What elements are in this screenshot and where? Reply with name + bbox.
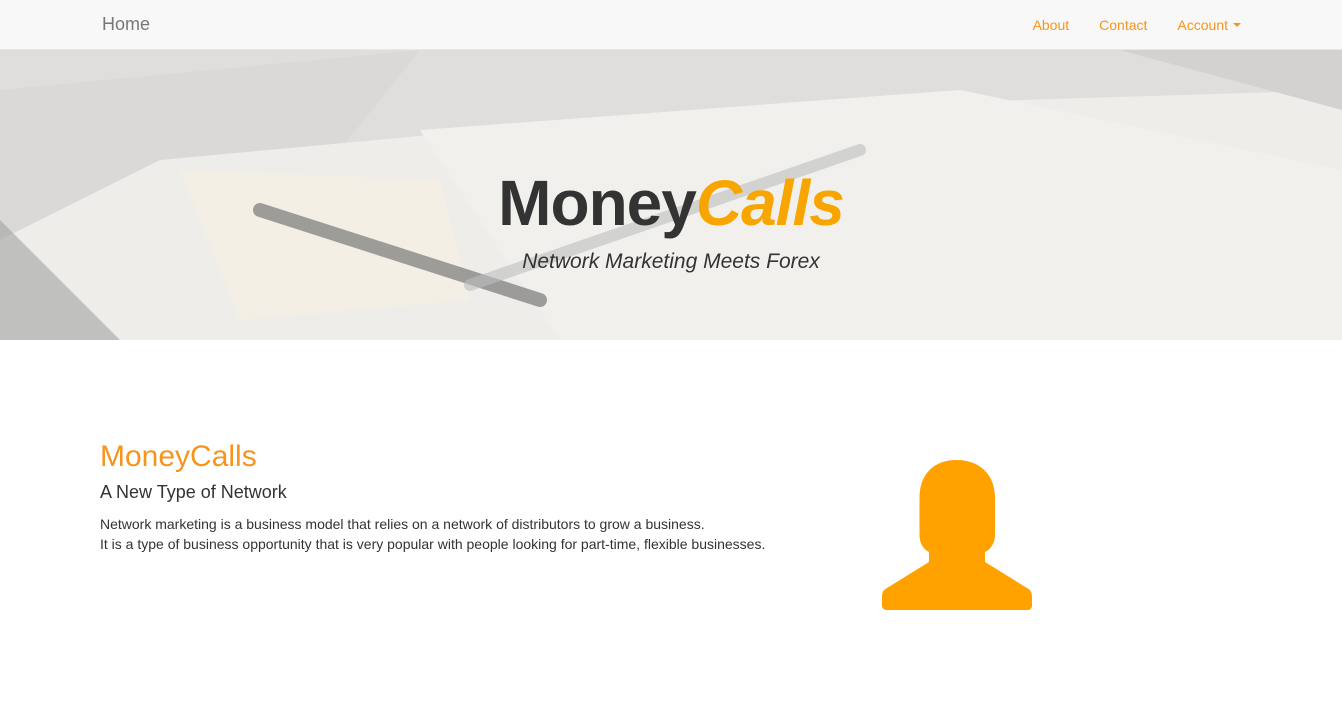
caret-down-icon [1233, 23, 1241, 27]
nav-link-contact[interactable]: Contact [1099, 17, 1147, 33]
hero-title: MoneyCalls [0, 168, 1342, 238]
hero-title-accent: Calls [695, 167, 845, 239]
nav-link-account-dropdown[interactable]: Account [1177, 17, 1241, 33]
section-body: Network marketing is a business model th… [100, 514, 800, 554]
nav-link-about[interactable]: About [1033, 17, 1070, 33]
home-brand-link[interactable]: Home [102, 14, 150, 35]
hero-banner: MoneyCalls Network Marketing Meets Forex [0, 50, 1342, 340]
hero-title-main: Money [498, 167, 697, 239]
section-title: MoneyCalls [100, 440, 257, 473]
hero-subtitle: Network Marketing Meets Forex [522, 250, 820, 273]
user-silhouette-icon [882, 460, 1032, 610]
nav-link-account-label: Account [1177, 17, 1228, 33]
navbar: Home About Contact Account [0, 0, 1342, 50]
section-body-line: It is a type of business opportunity tha… [100, 536, 766, 552]
section-body-line: Network marketing is a business model th… [100, 516, 705, 532]
nav-links: About Contact Account [1003, 0, 1241, 50]
section-subtitle: A New Type of Network [100, 482, 287, 502]
